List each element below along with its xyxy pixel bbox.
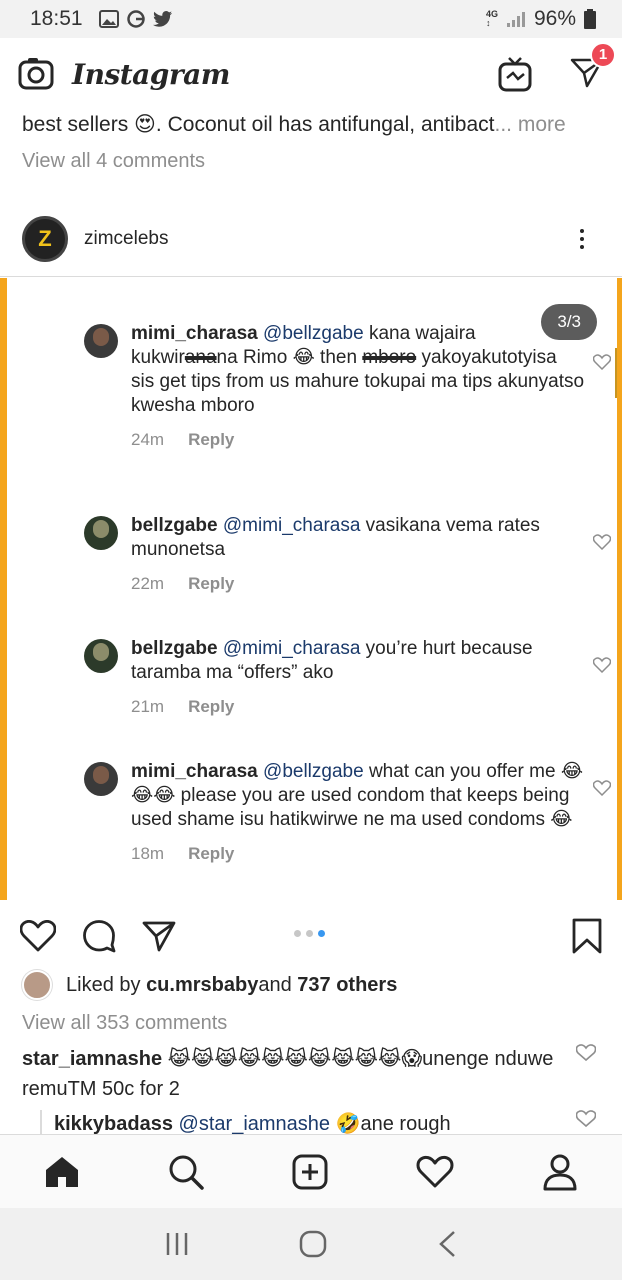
reply-link: Reply bbox=[188, 574, 235, 593]
kebab-icon[interactable] bbox=[580, 229, 584, 249]
battery-icon bbox=[584, 9, 596, 29]
heart-icon bbox=[593, 534, 611, 550]
more-link[interactable]: more bbox=[512, 113, 566, 136]
reply-link: Reply bbox=[188, 844, 235, 863]
heart-icon[interactable] bbox=[576, 1110, 596, 1128]
comment-username[interactable]: kikkybadass bbox=[54, 1113, 173, 1134]
avatar bbox=[84, 639, 118, 673]
comment-username: mimi_charasa bbox=[131, 323, 258, 344]
home-icon[interactable] bbox=[44, 1155, 80, 1189]
network-indicator: 4G ↕ bbox=[485, 9, 498, 28]
comment-time: 22m bbox=[131, 574, 165, 593]
heart-icon[interactable] bbox=[576, 1044, 596, 1062]
heart-icon[interactable] bbox=[20, 920, 56, 952]
caption-ellipsis: ... bbox=[494, 113, 513, 136]
status-bar: 18:51 4G ↕ 96% bbox=[0, 0, 622, 38]
likes-summary[interactable]: Liked by cu.mrsbaby and 737 others bbox=[22, 970, 397, 1000]
camera-icon[interactable] bbox=[18, 57, 54, 91]
post-header: Z zimcelebs bbox=[0, 208, 622, 270]
likes-count[interactable]: 737 others bbox=[297, 974, 397, 997]
post-image[interactable]: 3/3 mimi_charasa @bellzgabe kana wajaira… bbox=[0, 278, 622, 900]
recents-icon[interactable] bbox=[164, 1231, 190, 1257]
image-comment: mimi_charasa @bellzgabe what can you off… bbox=[84, 760, 611, 864]
twitter-icon bbox=[152, 11, 172, 27]
search-icon[interactable] bbox=[168, 1154, 204, 1190]
igtv-icon[interactable] bbox=[498, 56, 532, 92]
comment-mention: @bellzgabe bbox=[263, 323, 364, 344]
comment-mention[interactable]: @star_iamnashe bbox=[179, 1113, 330, 1134]
scroll-thumb bbox=[615, 348, 617, 398]
comment: star_iamnashe 😹😹😹😹😹😹😹😹😹😹😱unenge nduwe re… bbox=[22, 1044, 582, 1104]
avatar bbox=[84, 324, 118, 358]
post-username[interactable]: zimcelebs bbox=[84, 228, 168, 250]
reply-link: Reply bbox=[188, 430, 235, 449]
divider bbox=[0, 276, 622, 277]
avatar bbox=[84, 516, 118, 550]
comment-time: 18m bbox=[131, 844, 165, 863]
comment-mention: @mimi_charasa bbox=[222, 515, 361, 536]
comment-username: bellzgabe bbox=[131, 638, 218, 659]
system-nav bbox=[0, 1208, 622, 1280]
image-comment: bellzgabe @mimi_charasa you’re hurt beca… bbox=[84, 637, 611, 717]
reply-link: Reply bbox=[188, 697, 235, 716]
back-icon[interactable] bbox=[436, 1229, 458, 1259]
gallery-icon bbox=[98, 10, 119, 28]
comment-username: bellzgabe bbox=[131, 515, 218, 536]
view-all-comments-link[interactable]: View all 353 comments bbox=[22, 1012, 227, 1035]
heart-icon bbox=[593, 657, 611, 673]
comment-username: mimi_charasa bbox=[131, 761, 258, 782]
add-icon[interactable] bbox=[292, 1154, 328, 1190]
avatar[interactable]: Z bbox=[22, 216, 68, 262]
g-icon bbox=[126, 10, 145, 28]
comment-icon[interactable] bbox=[82, 919, 116, 953]
signal-icon bbox=[506, 12, 525, 27]
comment-time: 24m bbox=[131, 430, 165, 449]
heart-icon bbox=[593, 780, 611, 796]
comment-reply: kikkybadass @star_iamnashe 🤣ane rough bbox=[40, 1110, 600, 1134]
image-comment: bellzgabe @mimi_charasa vasikana vema ra… bbox=[84, 514, 611, 594]
bookmark-icon[interactable] bbox=[572, 918, 602, 954]
battery-percent: 96% bbox=[533, 7, 576, 30]
heart-icon bbox=[593, 354, 611, 370]
comment-username[interactable]: star_iamnashe bbox=[22, 1048, 162, 1070]
profile-icon[interactable] bbox=[542, 1153, 578, 1191]
share-icon[interactable] bbox=[142, 920, 176, 952]
comment-mention: @bellzgabe bbox=[263, 761, 364, 782]
comment-struck-text: ana bbox=[184, 347, 217, 368]
app-logo: Instagram bbox=[72, 57, 230, 91]
activity-icon[interactable] bbox=[416, 1155, 454, 1189]
comment-text: 🤣ane rough bbox=[330, 1113, 451, 1134]
bottom-nav bbox=[0, 1134, 622, 1208]
caption-text: best sellers 😍. Coconut oil has antifung… bbox=[22, 113, 495, 136]
comment-mention: @mimi_charasa bbox=[222, 638, 361, 659]
avatar bbox=[22, 970, 52, 1000]
app-header: Instagram 1 bbox=[0, 38, 622, 110]
carousel-dots bbox=[294, 930, 325, 937]
avatar bbox=[84, 762, 118, 796]
home-button-icon[interactable] bbox=[298, 1229, 328, 1259]
liker-username[interactable]: cu.mrsbaby bbox=[146, 974, 258, 997]
dm-badge: 1 bbox=[590, 41, 616, 68]
post-caption: best sellers 😍. Coconut oil has antifung… bbox=[22, 112, 612, 137]
view-comments-link[interactable]: View all 4 comments bbox=[22, 150, 205, 173]
comment-text: na Rimo 😂 then bbox=[216, 347, 363, 368]
status-time: 18:51 bbox=[30, 7, 83, 30]
comment-time: 21m bbox=[131, 697, 165, 716]
direct-messages[interactable]: 1 bbox=[570, 41, 616, 93]
image-comment: mimi_charasa @bellzgabe kana wajaira kuk… bbox=[84, 322, 611, 450]
comment-struck-text: mboro bbox=[362, 347, 417, 368]
